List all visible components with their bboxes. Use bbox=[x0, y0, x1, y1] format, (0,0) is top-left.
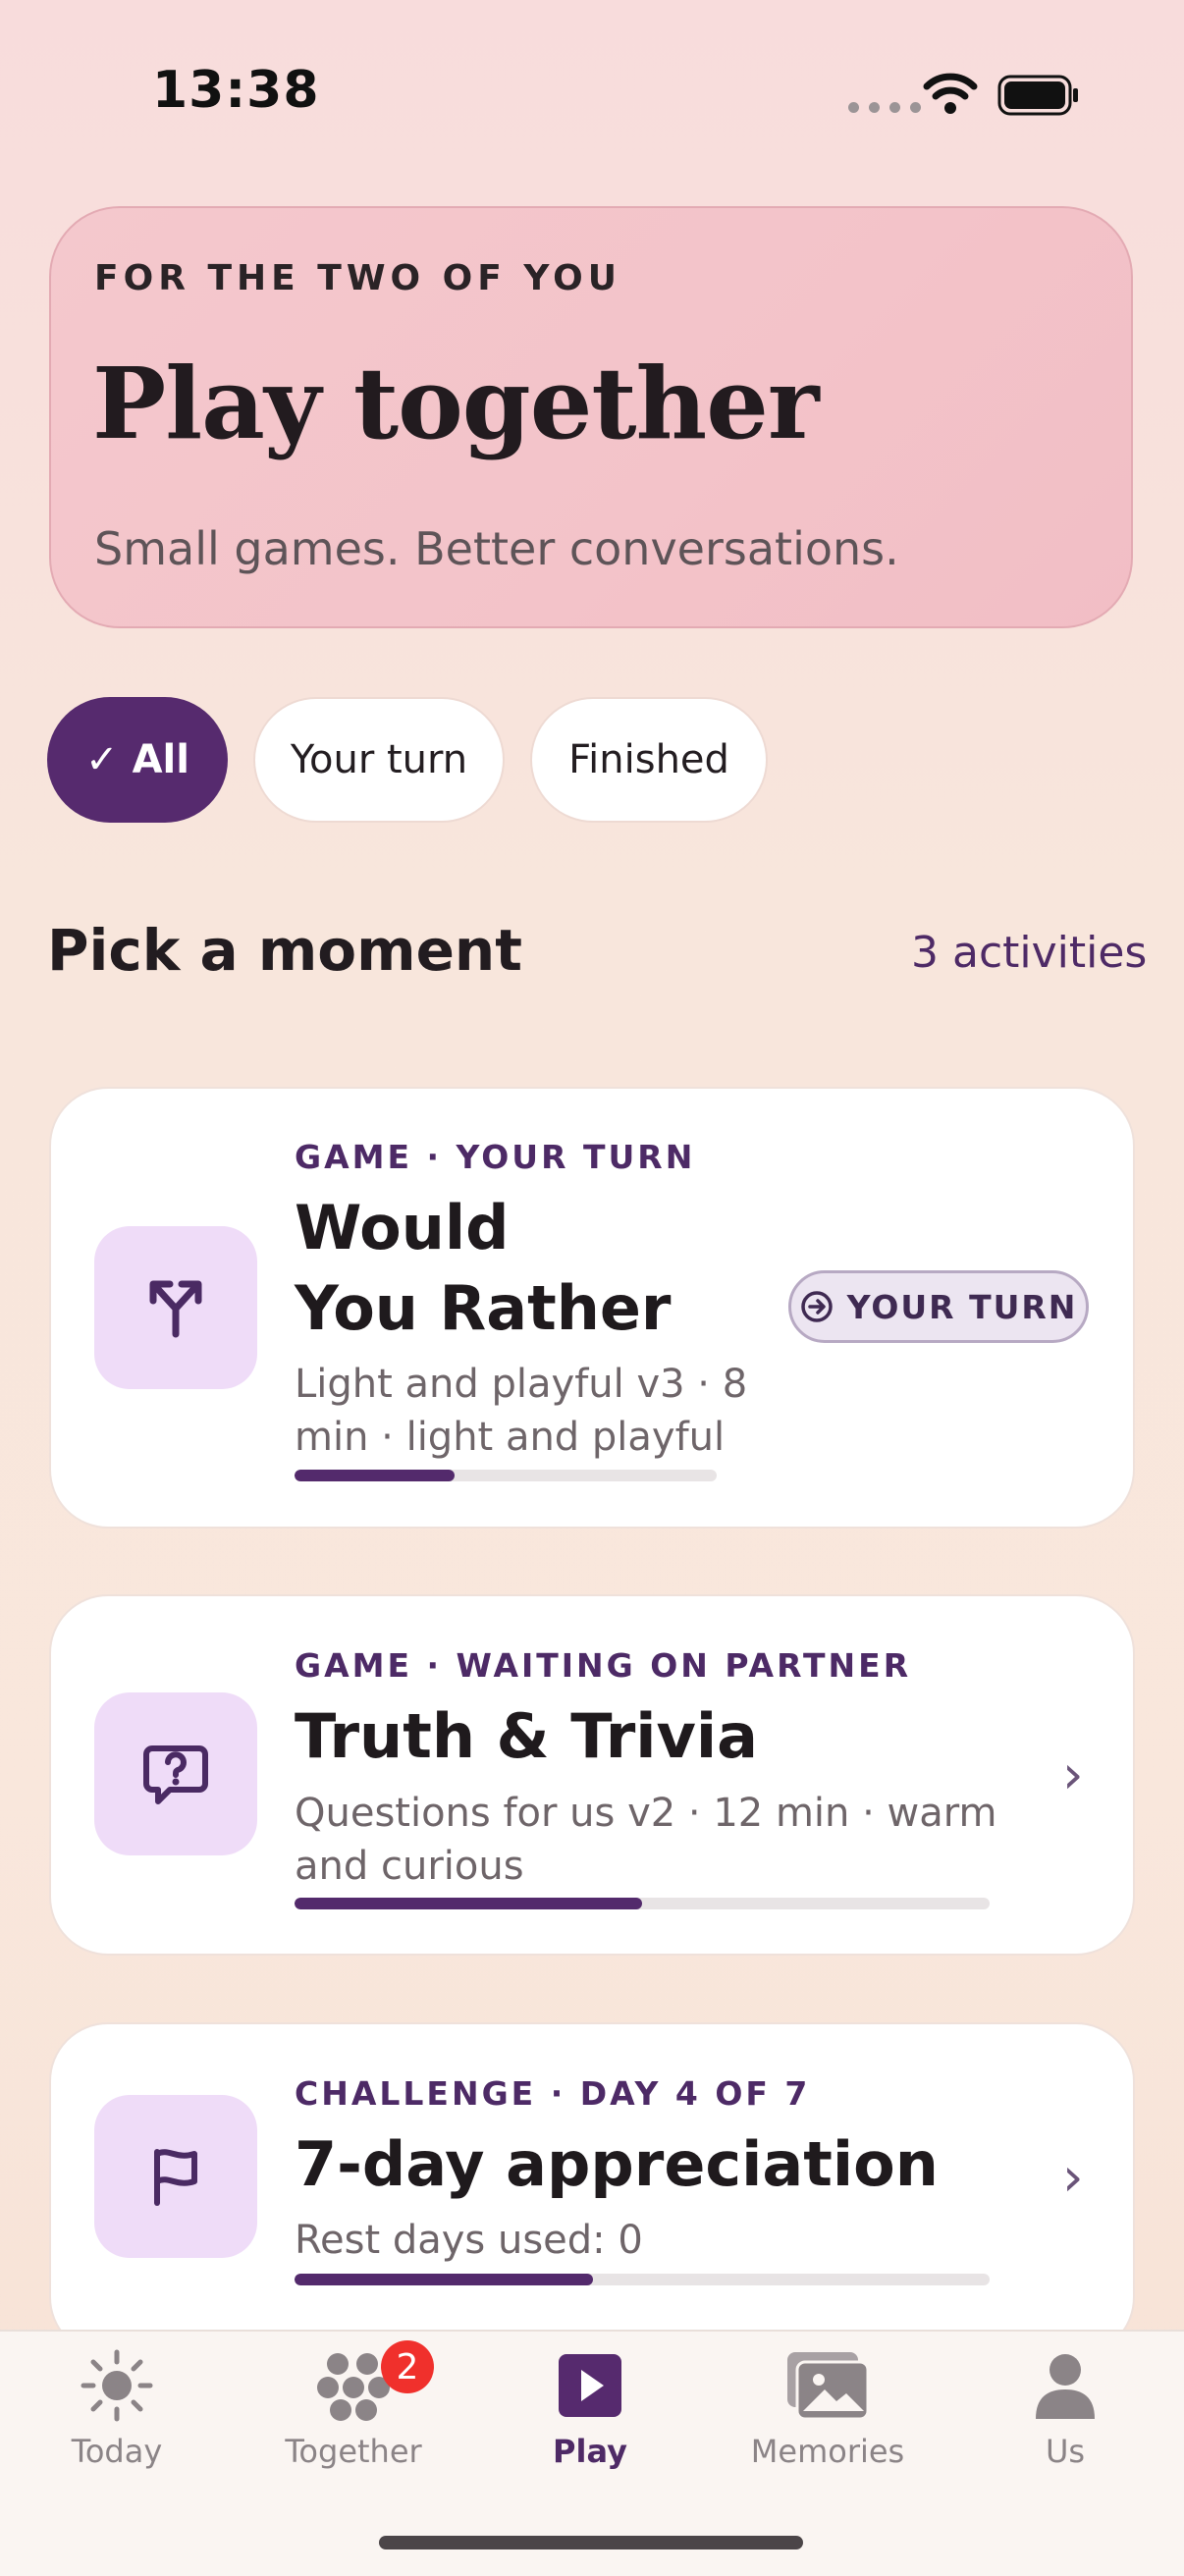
card-title-line-1: Would bbox=[295, 1192, 510, 1263]
flag-icon bbox=[154, 2149, 197, 2206]
card-eyebrow: GAME · WAITING ON PARTNER bbox=[295, 1646, 912, 1685]
tab-memories[interactable]: Memories bbox=[729, 2348, 926, 2470]
play-icon bbox=[559, 2354, 621, 2417]
card-progress-bar bbox=[295, 1470, 717, 1481]
filter-chip-all-label: All bbox=[132, 737, 189, 782]
hero-kicker: FOR THE TWO OF YOU bbox=[94, 258, 622, 298]
card-title: Truth & Trivia bbox=[295, 1700, 759, 1772]
card-progress-bar bbox=[295, 1898, 990, 1909]
activity-icon-tile bbox=[94, 2095, 257, 2258]
wifi-icon bbox=[923, 73, 978, 114]
tab-together-label: Together bbox=[285, 2433, 422, 2470]
home-indicator bbox=[379, 2536, 803, 2549]
card-progress-fill bbox=[295, 1898, 642, 1909]
your-turn-badge-label: YOUR TURN bbox=[846, 1287, 1078, 1326]
chevron-right-icon[interactable]: › bbox=[1062, 2146, 1084, 2208]
your-turn-button[interactable]: YOUR TURN bbox=[788, 1270, 1089, 1343]
arrow-circle-icon bbox=[800, 1291, 833, 1322]
card-eyebrow: CHALLENGE · DAY 4 OF 7 bbox=[295, 2074, 811, 2113]
activity-icon-tile bbox=[94, 1226, 257, 1389]
filter-chip-your-turn[interactable]: Your turn bbox=[253, 697, 505, 823]
card-subtitle-line-2: and curious bbox=[295, 1844, 524, 1889]
photos-icon bbox=[787, 2352, 870, 2421]
section-title: Pick a moment bbox=[47, 917, 522, 984]
card-subtitle-line-2: min · light and playful bbox=[295, 1415, 726, 1460]
card-subtitle: Rest days used: 0 bbox=[295, 2218, 643, 2263]
filter-chip-finished[interactable]: Finished bbox=[530, 697, 768, 823]
filter-chip-all[interactable]: ✓ All bbox=[47, 697, 228, 823]
card-title-line-2: You Rather bbox=[295, 1272, 672, 1344]
card-progress-bar bbox=[295, 2274, 990, 2285]
tab-play-label: Play bbox=[553, 2433, 627, 2470]
card-progress-fill bbox=[295, 1470, 456, 1481]
card-progress-fill bbox=[295, 2274, 594, 2285]
person-icon bbox=[1036, 2354, 1095, 2419]
people-cluster-icon bbox=[317, 2353, 390, 2421]
tab-today[interactable]: Today bbox=[19, 2348, 215, 2470]
tab-today-label: Today bbox=[71, 2433, 163, 2470]
chevron-right-icon[interactable]: › bbox=[1062, 1744, 1084, 1805]
tab-us-label: Us bbox=[1045, 2433, 1086, 2470]
hero-subtitle: Small games. Better conversations. bbox=[94, 522, 899, 575]
status-time: 13:38 bbox=[152, 61, 320, 120]
activity-icon-tile bbox=[94, 1692, 257, 1855]
tab-play[interactable]: Play bbox=[492, 2348, 688, 2470]
battery-icon bbox=[997, 75, 1078, 116]
card-eyebrow: GAME · YOUR TURN bbox=[295, 1138, 696, 1176]
tab-memories-label: Memories bbox=[750, 2433, 905, 2470]
page-title: Play together bbox=[92, 346, 820, 461]
card-title: 7-day appreciation bbox=[295, 2128, 939, 2200]
card-subtitle-line-1: Questions for us v2 · 12 min · warm bbox=[295, 1791, 997, 1836]
checkmark-icon: ✓ bbox=[85, 737, 119, 782]
split-arrow-icon bbox=[149, 1280, 202, 1338]
sun-icon bbox=[81, 2349, 153, 2422]
activity-count: 3 activities bbox=[911, 928, 1148, 978]
filter-chip-your-turn-label: Your turn bbox=[290, 737, 468, 782]
card-subtitle-line-1: Light and playful v3 · 8 bbox=[295, 1362, 748, 1407]
tab-us[interactable]: Us bbox=[967, 2348, 1163, 2470]
question-bubble-icon bbox=[143, 1745, 208, 1804]
notification-badge: 2 bbox=[381, 2340, 434, 2393]
filter-chip-finished-label: Finished bbox=[568, 737, 729, 782]
cellular-signal-icon bbox=[848, 102, 921, 113]
